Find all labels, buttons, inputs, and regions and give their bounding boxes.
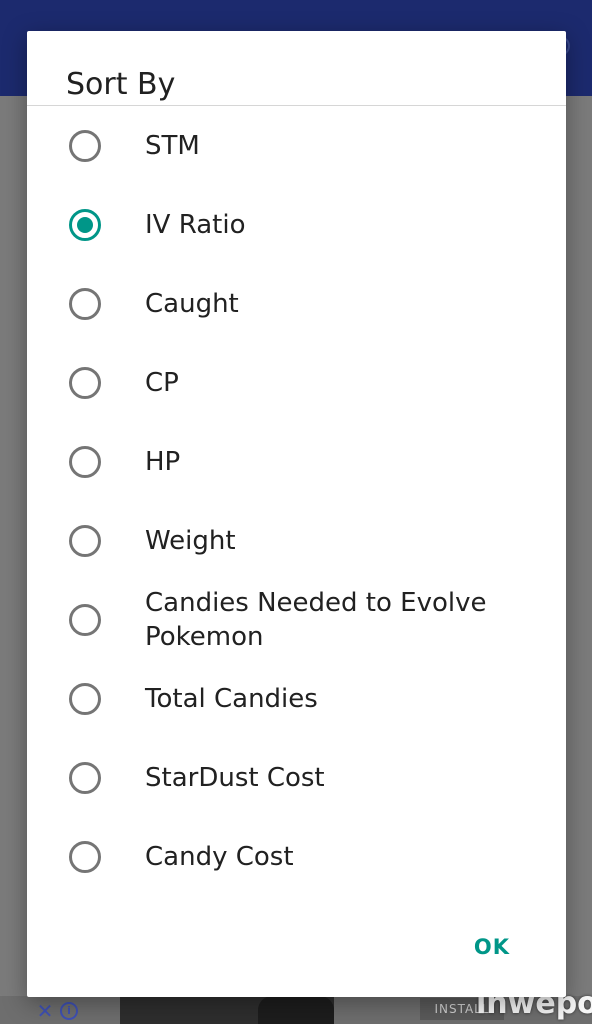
- info-icon[interactable]: i: [60, 1002, 78, 1020]
- option-label: Total Candies: [145, 683, 318, 714]
- option-label: STM: [145, 130, 200, 161]
- dialog-title: Sort By: [66, 67, 176, 102]
- radio-checked-icon[interactable]: [69, 208, 101, 241]
- sort-option-stm[interactable]: STM: [27, 106, 566, 185]
- sort-option-caught[interactable]: Caught: [27, 264, 566, 343]
- close-icon[interactable]: ✕: [34, 1000, 56, 1022]
- option-label: CP: [145, 367, 179, 398]
- sort-option-total-candies[interactable]: Total Candies: [27, 659, 566, 738]
- radio-unchecked-icon[interactable]: [69, 524, 101, 557]
- option-label: IV Ratio: [145, 209, 246, 240]
- option-label: HP: [145, 446, 181, 477]
- sort-option-hp[interactable]: HP: [27, 422, 566, 501]
- option-label: Candies Needed to Evolve Pokemon: [145, 587, 487, 652]
- sort-option-candy-cost[interactable]: Candy Cost: [27, 817, 566, 896]
- radio-unchecked-icon[interactable]: [69, 445, 101, 478]
- option-label: Caught: [145, 288, 239, 319]
- sort-option-cp[interactable]: CP: [27, 343, 566, 422]
- ad-image-figure: [258, 996, 334, 1024]
- ok-button[interactable]: OK: [474, 935, 510, 959]
- radio-unchecked-icon[interactable]: [69, 761, 101, 794]
- sort-option-weight[interactable]: Weight: [27, 501, 566, 580]
- radio-unchecked-icon[interactable]: [69, 287, 101, 320]
- option-label: StarDust Cost: [145, 762, 325, 793]
- sort-by-dialog: Sort By STM IV Ratio Caught CP HP Weight: [27, 31, 566, 997]
- radio-unchecked-icon[interactable]: [69, 366, 101, 399]
- radio-dot: [77, 216, 93, 233]
- radio-unchecked-icon[interactable]: [69, 129, 101, 162]
- sort-option-candies-needed[interactable]: Candies Needed to Evolve Pokemon: [27, 580, 566, 659]
- option-label: Weight: [145, 525, 236, 556]
- radio-unchecked-icon[interactable]: [69, 682, 101, 715]
- radio-unchecked-icon[interactable]: [69, 603, 101, 636]
- sort-option-iv-ratio[interactable]: IV Ratio: [27, 185, 566, 264]
- sort-options-list: STM IV Ratio Caught CP HP Weight Candies…: [27, 106, 566, 896]
- option-label: Candy Cost: [145, 841, 294, 872]
- sort-option-stardust-cost[interactable]: StarDust Cost: [27, 738, 566, 817]
- radio-unchecked-icon[interactable]: [69, 840, 101, 873]
